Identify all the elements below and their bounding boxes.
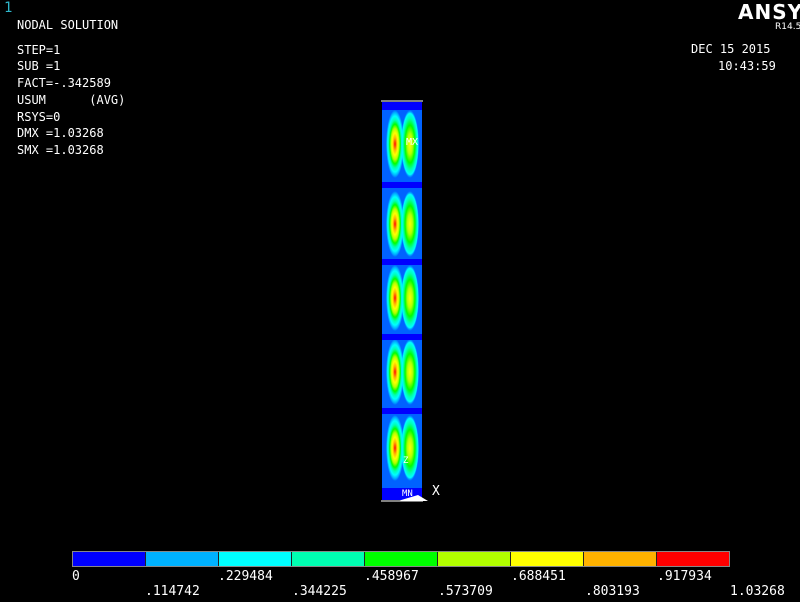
info-smx: SMX =1.03268 <box>17 142 104 157</box>
legend-color-segment <box>657 552 729 566</box>
legend-label-5: .573709 <box>438 584 493 599</box>
info-dmx: DMX =1.03268 <box>17 126 104 141</box>
contour-legend-bar <box>72 551 730 567</box>
legend-label-4: .458967 <box>364 569 419 584</box>
mx-marker: MX <box>406 137 418 148</box>
contour-plot[interactable]: MX Z MN X <box>370 96 450 511</box>
ansys-logo: ANSYS <box>738 0 800 24</box>
solution-info: NODAL SOLUTION STEP=1 SUB =1 FACT=-.3425… <box>17 17 125 159</box>
beam-body <box>382 102 422 500</box>
legend-color-segment <box>584 552 657 566</box>
info-step: STEP=1 <box>17 42 61 57</box>
legend-color-segment <box>219 552 292 566</box>
legend-color-segment <box>438 552 511 566</box>
axis-x-label: X <box>432 484 440 499</box>
date-label: DEC 15 2015 <box>691 42 771 56</box>
legend-label-8: .917934 <box>657 569 712 584</box>
axis-z-label: Z <box>403 456 409 466</box>
legend-color-segment <box>365 552 438 566</box>
legend-label-2: .229484 <box>218 569 273 584</box>
legend-color-segment <box>146 552 219 566</box>
legend-color-segment <box>292 552 365 566</box>
legend-label-3: .344225 <box>292 584 347 599</box>
solution-title: NODAL SOLUTION <box>17 18 119 32</box>
version-label: R14.5 <box>775 22 800 32</box>
legend-label-0: 0 <box>72 569 80 584</box>
info-usum: USUM (AVG) <box>17 92 126 107</box>
mn-marker: MN <box>402 489 413 499</box>
info-sub: SUB =1 <box>17 59 61 74</box>
window-number: 1 <box>4 0 13 16</box>
legend-label-7: .803193 <box>585 584 640 599</box>
legend-label-9: 1.03268 <box>730 584 785 599</box>
info-rsys: RSYS=0 <box>17 109 61 124</box>
legend-label-6: .688451 <box>511 569 566 584</box>
info-fact: FACT=-.342589 <box>17 76 111 91</box>
legend-color-segment <box>511 552 584 566</box>
legend-label-1: .114742 <box>145 584 200 599</box>
time-label: 10:43:59 <box>718 59 776 73</box>
legend-color-segment <box>73 552 146 566</box>
